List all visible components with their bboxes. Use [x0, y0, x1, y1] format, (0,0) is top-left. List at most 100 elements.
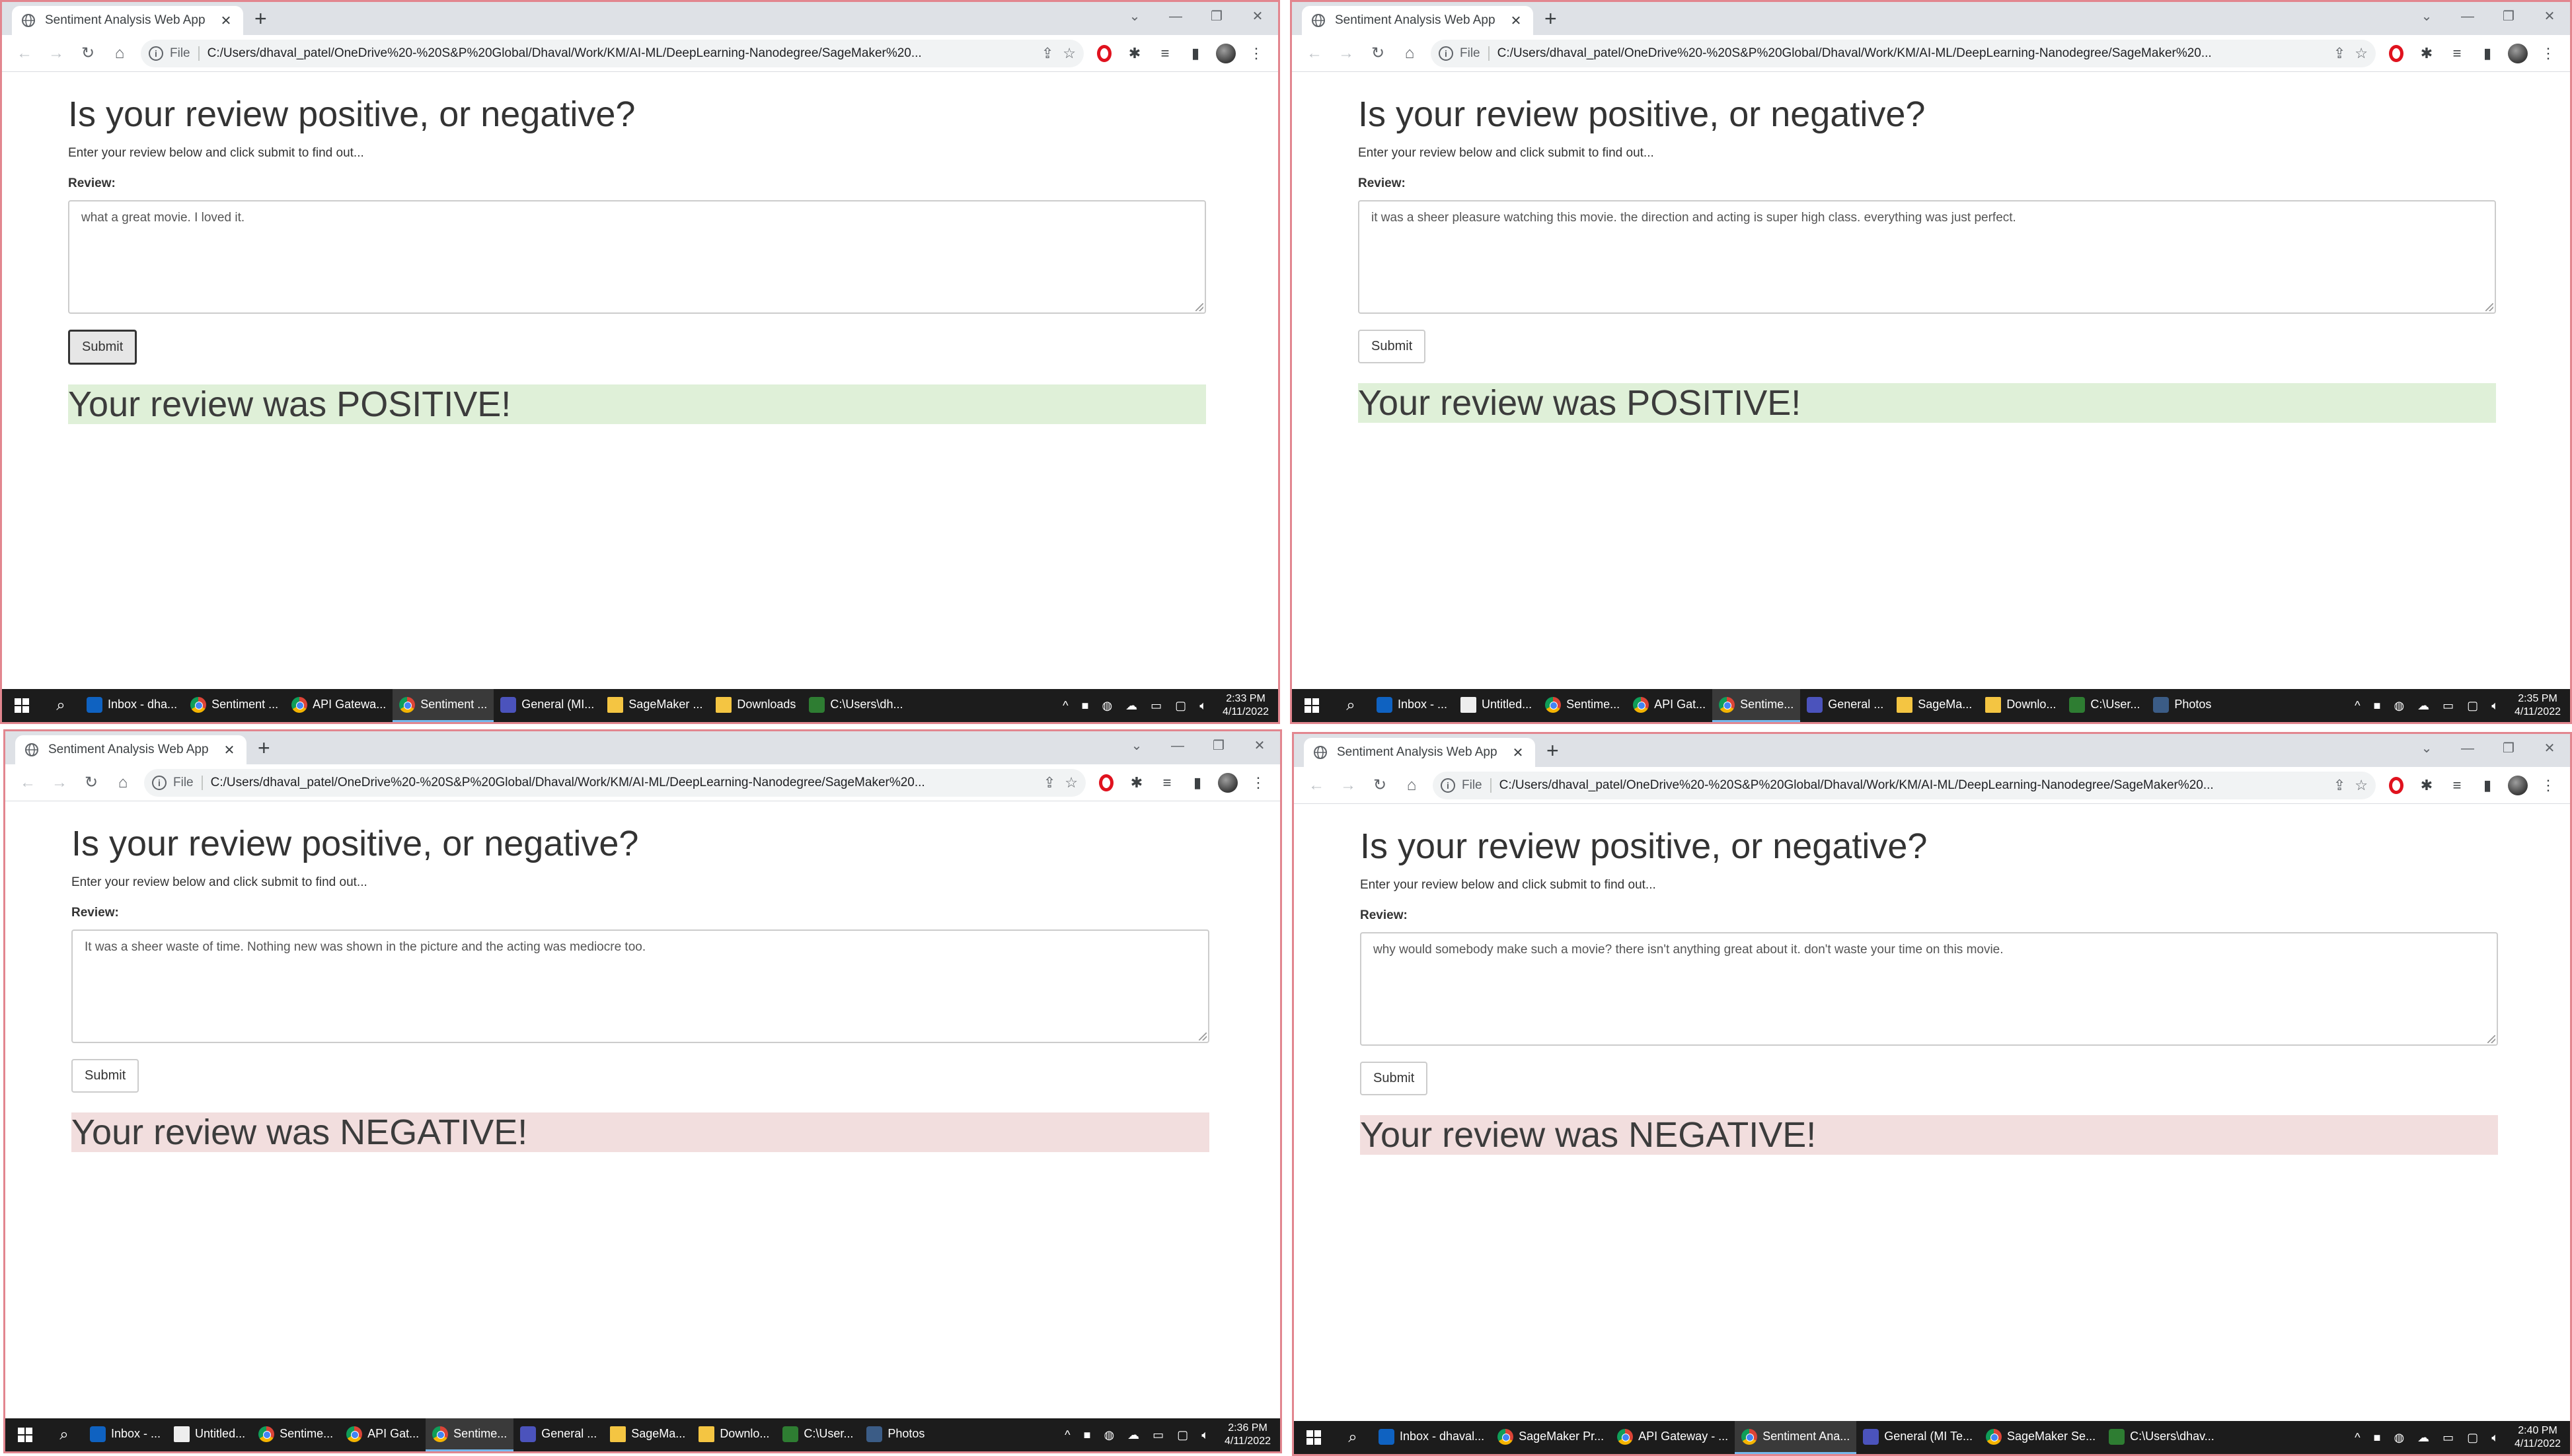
- taskbar-item[interactable]: Photos: [2146, 689, 2218, 722]
- cloud-icon[interactable]: ☁: [1127, 1428, 1139, 1442]
- tab-search-chevron-icon[interactable]: ⌄: [2406, 734, 2447, 763]
- address-bar[interactable]: i File C:/Users/dhaval_patel/OneDrive%20…: [1433, 771, 2376, 799]
- chevron-up-icon[interactable]: ^: [1063, 699, 1068, 713]
- display-icon[interactable]: ▢: [1177, 1428, 1188, 1442]
- url-text[interactable]: C:/Users/dhaval_patel/OneDrive%20-%20S&P…: [1497, 46, 2324, 61]
- resize-handle-icon[interactable]: [2487, 1035, 2495, 1043]
- arrow-left-icon[interactable]: ←: [1299, 39, 1330, 68]
- url-text[interactable]: C:/Users/dhaval_patel/OneDrive%20-%20S&P…: [211, 776, 1034, 790]
- taskbar-item[interactable]: Untitled...: [1454, 689, 1538, 722]
- info-icon[interactable]: i: [149, 46, 163, 61]
- chevron-up-icon[interactable]: ^: [1065, 1428, 1070, 1442]
- kebab-menu-icon[interactable]: ⋮: [1243, 768, 1273, 797]
- taskbar-item[interactable]: Downloads: [709, 689, 802, 722]
- taskbar-item[interactable]: Inbox - ...: [83, 1418, 167, 1451]
- windows-start-icon[interactable]: [1294, 1421, 1334, 1454]
- opera-icon[interactable]: [2381, 771, 2411, 800]
- star-icon[interactable]: ☆: [1063, 45, 1076, 62]
- cloud-icon[interactable]: ☁: [1125, 699, 1137, 713]
- network-globe-icon[interactable]: ◍: [2394, 1431, 2404, 1445]
- home-icon[interactable]: ⌂: [107, 768, 139, 797]
- display-icon[interactable]: ▢: [2467, 1431, 2478, 1445]
- share-icon[interactable]: ⇪: [1043, 774, 1055, 791]
- opera-icon[interactable]: [1089, 39, 1119, 68]
- clock[interactable]: 2:40 PM 4/11/2022: [2505, 1424, 2570, 1451]
- clock[interactable]: 2:36 PM 4/11/2022: [1215, 1422, 1280, 1448]
- taskbar-item[interactable]: General ...: [513, 1418, 603, 1451]
- taskbar-item[interactable]: General (MI Te...: [1856, 1421, 1979, 1454]
- arrow-right-icon[interactable]: →: [44, 768, 75, 797]
- taskbar-item[interactable]: Inbox - ...: [1370, 689, 1454, 722]
- close-window-icon[interactable]: ✕: [2529, 2, 2570, 31]
- arrow-left-icon[interactable]: ←: [9, 39, 40, 68]
- taskbar-item[interactable]: C:\User...: [2062, 689, 2146, 722]
- side-panel-icon[interactable]: ▮: [1182, 768, 1213, 797]
- windows-start-icon[interactable]: [1292, 689, 1332, 722]
- kebab-menu-icon[interactable]: ⋮: [2533, 771, 2563, 800]
- network-globe-icon[interactable]: ◍: [1104, 1428, 1114, 1442]
- profile-avatar[interactable]: [2503, 39, 2533, 68]
- reload-icon[interactable]: ↻: [75, 768, 107, 797]
- chevron-up-icon[interactable]: ^: [2355, 1431, 2360, 1445]
- submit-button[interactable]: Submit: [68, 330, 137, 365]
- search-icon[interactable]: ⌕: [45, 1426, 83, 1444]
- profile-avatar[interactable]: [1211, 39, 1241, 68]
- star-icon[interactable]: ☆: [2355, 45, 2368, 62]
- kebab-menu-icon[interactable]: ⋮: [2533, 39, 2563, 68]
- browser-tab[interactable]: Sentiment Analysis Web App ✕: [12, 6, 243, 35]
- minimize-icon[interactable]: —: [1157, 731, 1198, 760]
- volume-icon[interactable]: 🔈︎: [2491, 1431, 2499, 1445]
- taskbar-item[interactable]: API Gatewa...: [285, 689, 393, 722]
- new-tab-icon[interactable]: +: [1546, 739, 1559, 762]
- url-text[interactable]: C:/Users/dhaval_patel/OneDrive%20-%20S&P…: [1499, 778, 2324, 793]
- network-globe-icon[interactable]: ◍: [2394, 699, 2404, 713]
- taskbar-item[interactable]: Photos: [860, 1418, 931, 1451]
- resize-handle-icon[interactable]: [1199, 1033, 1207, 1040]
- taskbar-item[interactable]: General ...: [1800, 689, 1890, 722]
- browser-tab[interactable]: Sentiment Analysis Web App ✕: [1304, 738, 1535, 767]
- profile-avatar[interactable]: [2503, 771, 2533, 800]
- taskbar-item[interactable]: C:\User...: [776, 1418, 860, 1451]
- clock[interactable]: 2:33 PM 4/11/2022: [1213, 692, 1278, 719]
- taskbar-item[interactable]: SageMaker Se...: [1979, 1421, 2102, 1454]
- share-icon[interactable]: ⇪: [2333, 45, 2345, 62]
- submit-button[interactable]: Submit: [1358, 330, 1426, 363]
- display-icon[interactable]: ▢: [2467, 699, 2478, 713]
- search-icon[interactable]: ⌕: [1334, 1428, 1372, 1447]
- taskbar-item[interactable]: API Gat...: [1626, 689, 1712, 722]
- taskbar-item[interactable]: SageMa...: [603, 1418, 692, 1451]
- cloud-icon[interactable]: ☁: [2417, 699, 2429, 713]
- taskbar-item[interactable]: Sentime...: [252, 1418, 340, 1451]
- taskbar-item[interactable]: SageMaker ...: [601, 689, 709, 722]
- taskbar-item[interactable]: Sentime...: [426, 1418, 514, 1451]
- share-icon[interactable]: ⇪: [2333, 777, 2345, 794]
- taskbar-item[interactable]: Downlo...: [1979, 689, 2062, 722]
- share-icon[interactable]: ⇪: [1041, 45, 1053, 62]
- teams-tray-icon[interactable]: ■: [2374, 1431, 2381, 1445]
- review-textarea[interactable]: why would somebody make such a movie? th…: [1360, 932, 2498, 1046]
- home-icon[interactable]: ⌂: [104, 39, 135, 68]
- taskbar-item[interactable]: Sentiment ...: [393, 689, 494, 722]
- minimize-icon[interactable]: —: [1155, 2, 1196, 31]
- minimize-icon[interactable]: —: [2447, 2, 2488, 31]
- taskbar-item[interactable]: Sentime...: [1712, 689, 1801, 722]
- reload-icon[interactable]: ↻: [72, 39, 104, 68]
- taskbar-item[interactable]: API Gateway - ...: [1610, 1421, 1735, 1454]
- close-window-icon[interactable]: ✕: [1237, 2, 1278, 31]
- star-icon[interactable]: ☆: [2355, 777, 2368, 794]
- taskbar-item[interactable]: Sentiment Ana...: [1735, 1421, 1857, 1454]
- teams-tray-icon[interactable]: ■: [1082, 699, 1089, 713]
- tab-search-chevron-icon[interactable]: ⌄: [1116, 731, 1157, 760]
- battery-icon[interactable]: ▭: [1151, 699, 1162, 713]
- star-icon[interactable]: ☆: [1065, 774, 1078, 791]
- restore-icon[interactable]: ❐: [2488, 734, 2529, 763]
- side-panel-icon[interactable]: ▮: [2472, 771, 2503, 800]
- reading-list-icon[interactable]: ≡: [1150, 39, 1180, 68]
- taskbar-item[interactable]: SageMa...: [1890, 689, 1979, 722]
- kebab-menu-icon[interactable]: ⋮: [1241, 39, 1271, 68]
- home-icon[interactable]: ⌂: [1396, 771, 1427, 800]
- reload-icon[interactable]: ↻: [1362, 39, 1394, 68]
- new-tab-icon[interactable]: +: [1544, 7, 1557, 30]
- close-window-icon[interactable]: ✕: [1239, 731, 1280, 760]
- volume-icon[interactable]: 🔈︎: [2491, 699, 2499, 713]
